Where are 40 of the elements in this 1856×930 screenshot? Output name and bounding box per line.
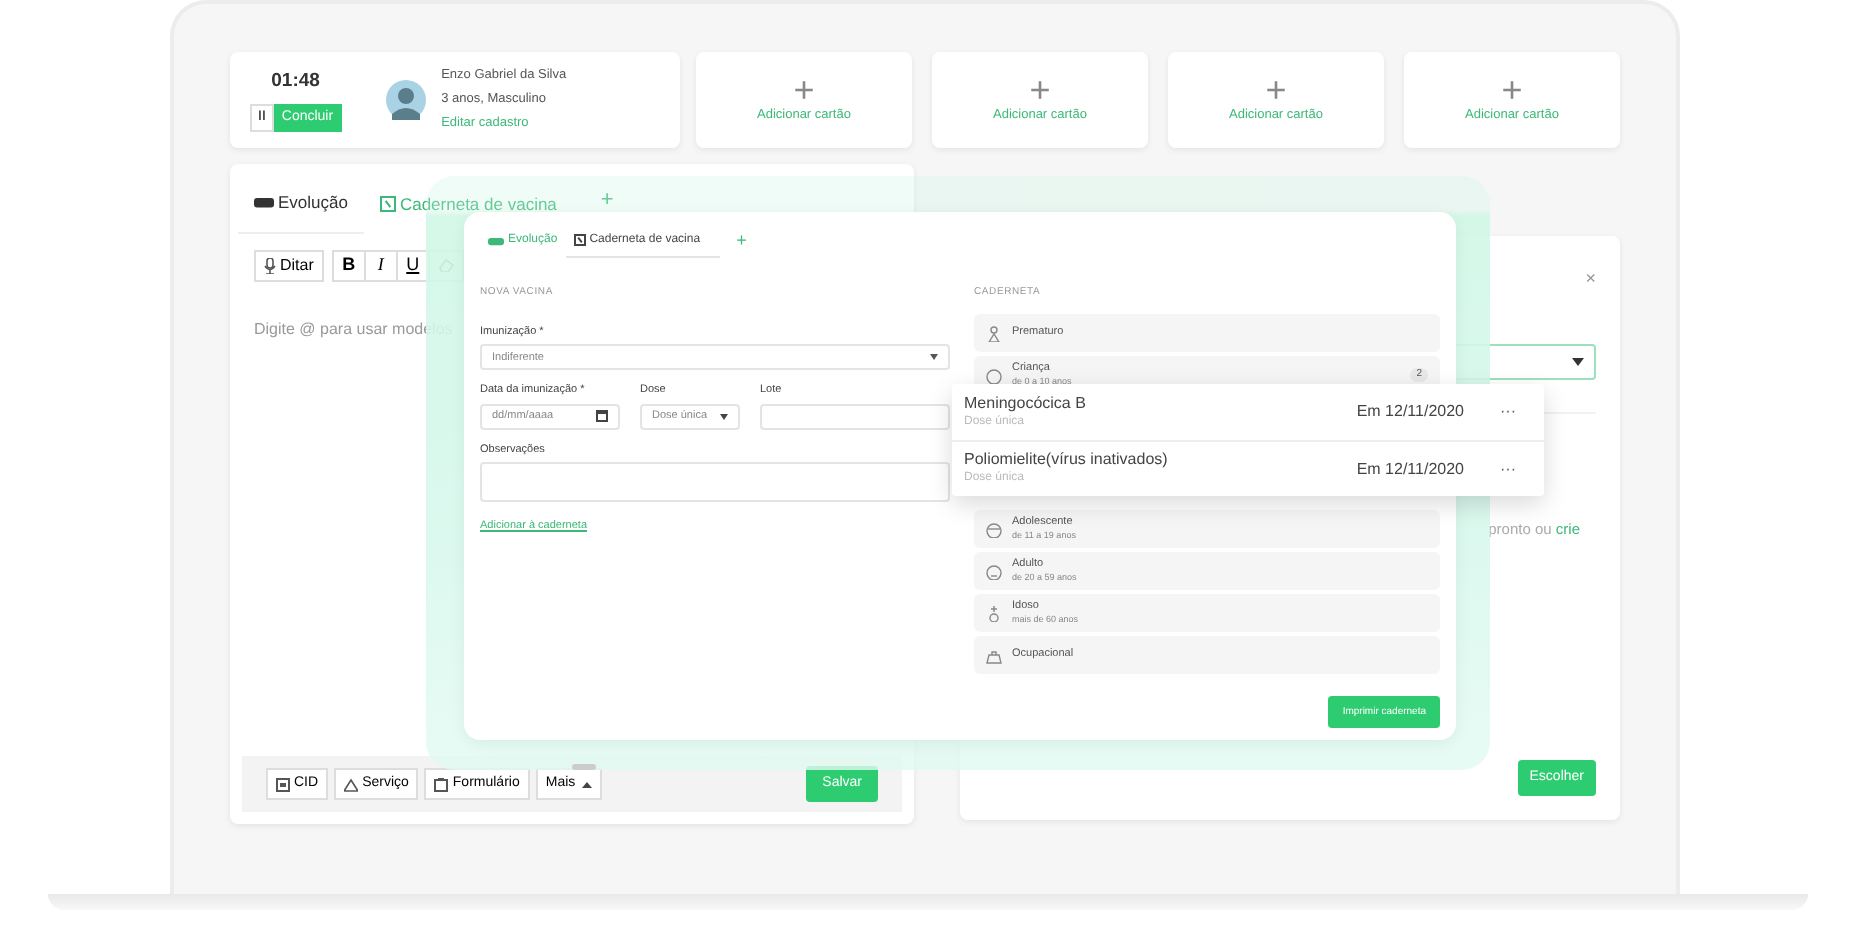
clipboard-icon: [434, 777, 449, 791]
vaccine-name: Meningocócica B: [964, 393, 1086, 413]
calendar-icon: [596, 410, 608, 422]
syringe-box-icon: [379, 196, 396, 213]
drag-handle[interactable]: [572, 764, 596, 770]
triangle-icon: [344, 777, 359, 791]
caret-up-icon: [581, 781, 592, 787]
keyboard-icon: [488, 237, 504, 246]
notes-field[interactable]: [480, 461, 950, 502]
more-menu-button[interactable]: ···: [1500, 457, 1516, 481]
syringe-box-icon: [573, 234, 586, 247]
more-menu-button[interactable]: ···: [1500, 400, 1516, 424]
face-icon: [986, 521, 1002, 537]
timer-text: 01:48: [271, 68, 320, 97]
vaccine-date: Em 12/11/2020: [1356, 459, 1464, 479]
avatar-icon: [385, 80, 426, 120]
italic-button[interactable]: I: [363, 249, 396, 281]
caret-icon: [930, 354, 938, 361]
vaccine-date: Em 12/11/2020: [1356, 402, 1464, 422]
baby-icon: [986, 325, 1002, 341]
bold-button[interactable]: B: [331, 249, 364, 281]
elder-icon: [986, 605, 1002, 621]
briefcase-icon: [986, 647, 1002, 663]
dictate-button[interactable]: Ditar: [254, 249, 324, 281]
keyboard-icon: [254, 197, 274, 208]
plus-icon: +: [1265, 74, 1287, 107]
plus-icon: +: [793, 74, 815, 107]
plus-icon: +: [1029, 74, 1051, 107]
face-icon: [986, 563, 1002, 579]
cid-icon: [276, 777, 290, 791]
eraser-button[interactable]: [427, 249, 464, 281]
plus-icon: +: [1501, 74, 1523, 107]
vaccine-name: Poliomielite(vírus inativados): [964, 450, 1168, 470]
lot-field[interactable]: [760, 403, 950, 429]
caret-icon: [720, 413, 728, 419]
underline-button[interactable]: U: [395, 249, 428, 281]
editor-tab[interactable]: Evolução: [238, 169, 364, 233]
microphone-icon: [264, 257, 276, 273]
face-icon: [986, 367, 1002, 383]
caret-icon: [1572, 358, 1584, 366]
